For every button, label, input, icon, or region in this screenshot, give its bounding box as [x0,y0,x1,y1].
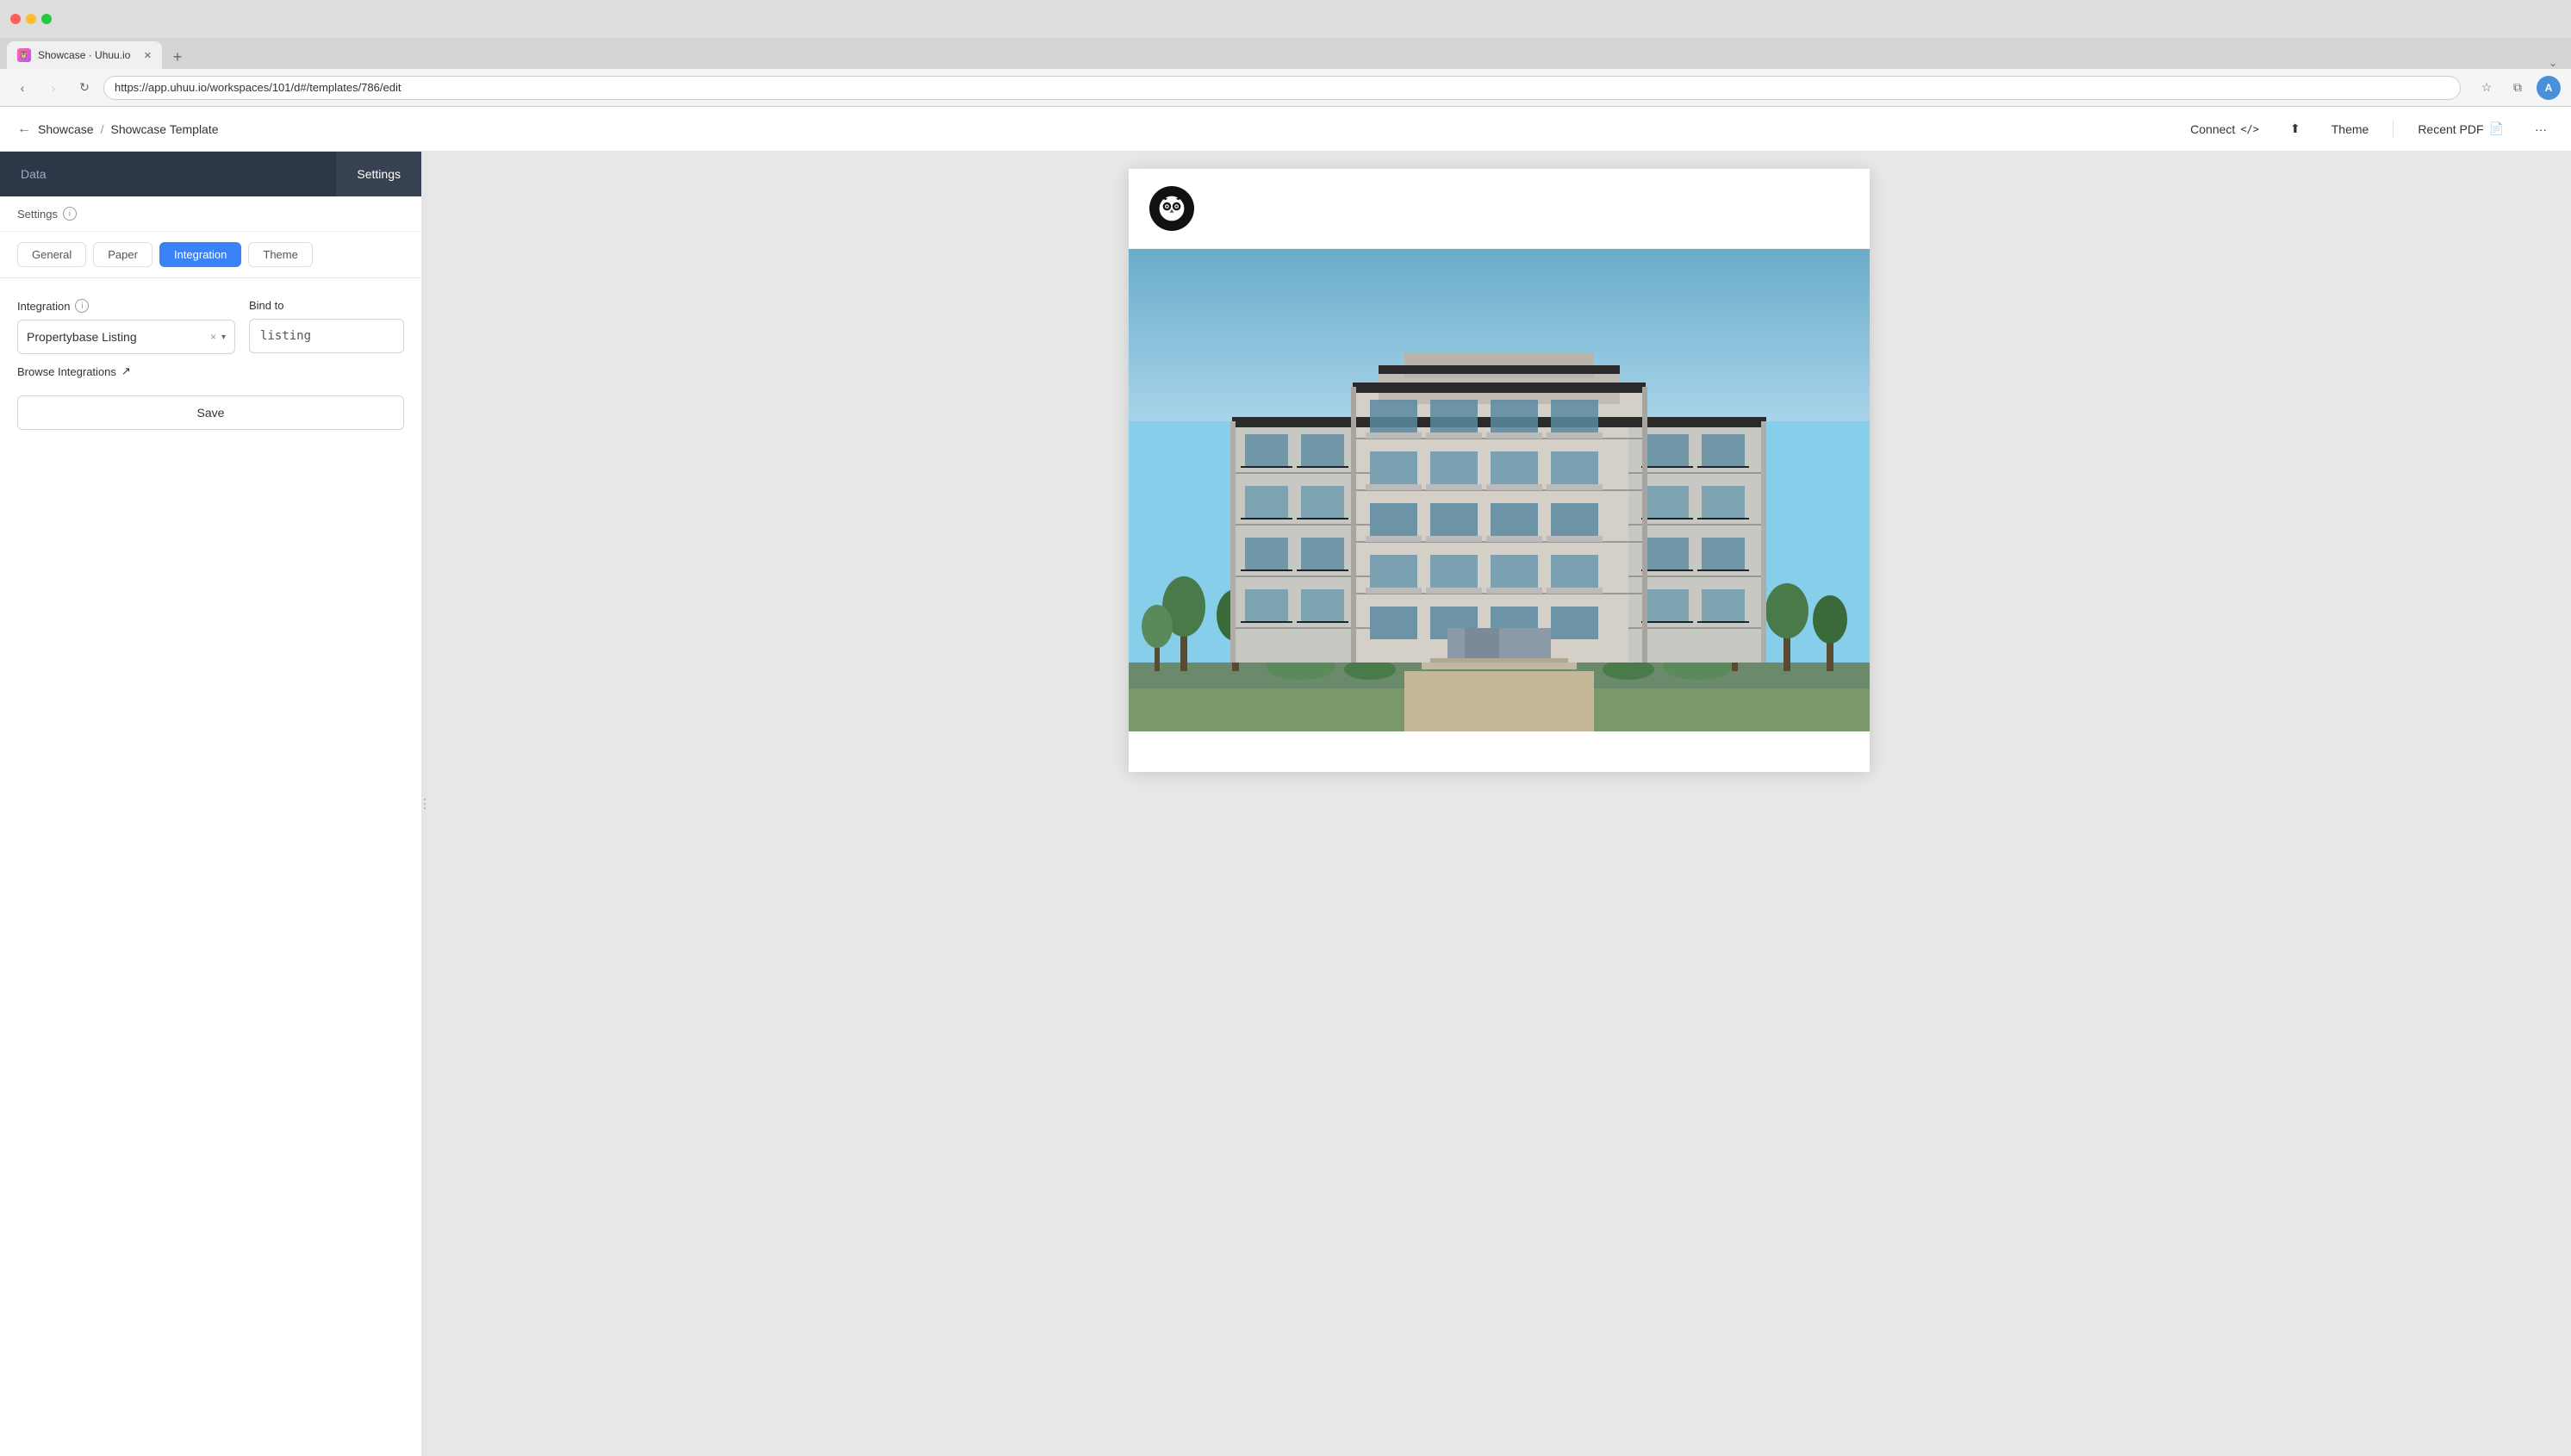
bind-to-input[interactable] [249,319,404,353]
app-container: ← Showcase / Showcase Template Connect <… [0,107,2571,1456]
owl-logo [1149,186,1194,231]
tab-general[interactable]: General [17,242,86,267]
save-label: Save [197,406,225,420]
tab-close-button[interactable]: ✕ [144,50,152,61]
toolbar-right: ☆ ⧉ A [2475,76,2561,100]
bind-to-label-text: Bind to [249,299,283,312]
left-panel: Data Settings Settings i General [0,152,422,1456]
preview-header [1129,169,1870,249]
preview-page [1129,169,1870,772]
integration-label-text: Integration [17,300,70,313]
save-button-wrapper: Save [17,392,404,430]
header-actions: Connect </> ⬆ Theme Recent PDF 📄 ··· [2183,116,2554,141]
browse-integrations-link[interactable]: Browse Integrations ↗ [17,364,404,378]
extensions-button[interactable]: ⧉ [2506,76,2530,100]
more-icon: ··· [2535,122,2547,136]
pdf-icon: 📄 [2489,121,2504,136]
profile-button[interactable]: A [2537,76,2561,100]
browser-toolbar: ‹ › ↻ https://app.uhuu.io/workspaces/101… [0,69,2571,107]
connect-code-icon: </> [2240,123,2259,135]
browse-integrations-icon: ↗ [121,364,131,378]
integration-section: Integration i Propertybase Listing × ▾ [17,299,404,430]
integration-select[interactable]: Propertybase Listing × ▾ [17,320,235,354]
close-button[interactable] [10,14,21,24]
app-header: ← Showcase / Showcase Template Connect <… [0,107,2571,152]
tab-paper[interactable]: Paper [93,242,153,267]
integration-field-group: Integration i Propertybase Listing × ▾ [17,299,235,354]
tab-theme[interactable]: Theme [248,242,312,267]
window-controls [10,14,52,24]
url-text: https://app.uhuu.io/workspaces/101/d#/te… [115,81,401,94]
integration-info-icon[interactable]: i [75,299,89,313]
settings-tab[interactable]: Settings [336,152,421,196]
tab-paper-label: Paper [108,248,138,261]
header-divider [2393,121,2394,138]
save-button[interactable]: Save [17,395,404,430]
theme-label: Theme [2331,122,2369,136]
breadcrumb: ← Showcase / Showcase Template [17,121,219,137]
right-panel [427,152,2571,1456]
integration-dropdown-arrow[interactable]: ▾ [221,333,226,342]
breadcrumb-current: Showcase Template [110,122,218,136]
tab-integration-label: Integration [174,248,227,261]
settings-label: Settings [17,208,58,221]
settings-info-row: Settings i [0,196,421,232]
tab-integration[interactable]: Integration [159,242,241,267]
bookmark-button[interactable]: ☆ [2475,76,2499,100]
back-button[interactable]: ‹ [10,76,34,100]
form-row-integration: Integration i Propertybase Listing × ▾ [17,299,404,354]
preview-building-image [1129,249,1870,731]
tab-general-label: General [32,248,72,261]
breadcrumb-separator: / [101,122,104,136]
resize-dots [424,799,426,809]
breadcrumb-back-button[interactable]: ← [17,121,31,137]
tab-bar: 🦉 Showcase · Uhuu.io ✕ + ⌄ [0,38,2571,69]
recent-pdf-label: Recent PDF [2418,122,2483,136]
bind-to-field-group: Bind to [249,299,404,353]
connect-button[interactable]: Connect </> [2183,117,2266,141]
main-content: Data Settings Settings i General [0,152,2571,1456]
address-bar[interactable]: https://app.uhuu.io/workspaces/101/d#/te… [103,76,2461,100]
settings-info-icon[interactable]: i [63,207,77,221]
data-tab-label: Data [21,167,47,181]
panel-body: Integration i Propertybase Listing × ▾ [0,278,421,1456]
forward-button[interactable]: › [41,76,65,100]
tab-theme-label: Theme [263,248,297,261]
reload-button[interactable]: ↻ [72,76,96,100]
theme-button[interactable]: Theme [2325,117,2376,141]
more-options-button[interactable]: ··· [2528,117,2554,141]
tab-favicon: 🦉 [17,48,31,62]
new-tab-button[interactable]: + [165,45,190,69]
recent-pdf-button[interactable]: Recent PDF 📄 [2411,116,2511,141]
settings-tab-label: Settings [357,167,401,181]
tab-bar-chevron[interactable]: ⌄ [2549,57,2557,69]
info-icon-text: i [69,209,71,219]
maximize-button[interactable] [41,14,52,24]
browse-integrations-label: Browse Integrations [17,365,116,378]
sub-tabs: General Paper Integration Theme [0,232,421,278]
browser-titlebar [0,0,2571,38]
tab-title: Showcase · Uhuu.io [38,49,130,61]
active-tab[interactable]: 🦉 Showcase · Uhuu.io ✕ [7,41,162,69]
minimize-button[interactable] [26,14,36,24]
upload-icon: ⬆ [2290,121,2300,136]
preview-area [427,152,2571,1456]
integration-value: Propertybase Listing [27,330,210,344]
data-tab[interactable]: Data [0,152,67,196]
panel-top-tabs: Data Settings [0,152,421,196]
integration-label: Integration i [17,299,235,313]
integration-clear-button[interactable]: × [210,331,216,343]
bind-to-label: Bind to [249,299,404,312]
breadcrumb-root[interactable]: Showcase [38,122,94,136]
connect-label: Connect [2190,122,2235,136]
upload-button[interactable]: ⬆ [2283,116,2307,141]
